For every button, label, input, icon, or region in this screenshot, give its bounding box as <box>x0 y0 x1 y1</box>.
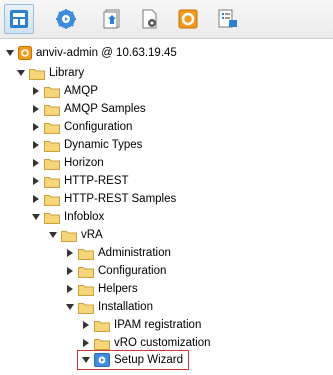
expanded-arrow-icon[interactable] <box>65 302 75 312</box>
tree-node-amqp[interactable]: AMQP <box>31 82 98 100</box>
tree-node-label: Administration <box>98 247 171 259</box>
collapsed-arrow-icon[interactable] <box>65 284 75 294</box>
collapsed-arrow-icon[interactable] <box>31 122 41 132</box>
tree-node-label: vRA <box>81 229 103 241</box>
folder-icon <box>78 284 94 296</box>
configurations-button[interactable] <box>173 4 203 34</box>
collapsed-arrow-icon[interactable] <box>31 176 41 186</box>
tree-node-label: anviv-admin @ 10.63.19.45 <box>36 47 177 59</box>
tree-node-label: HTTP-REST <box>64 175 129 187</box>
tree-node-label: AMQP <box>64 85 98 97</box>
tree-node-root[interactable]: anviv-admin @ 10.63.19.45 <box>5 44 177 62</box>
inventory-icon <box>10 10 28 28</box>
collapsed-arrow-icon[interactable] <box>65 248 75 258</box>
collapsed-arrow-icon[interactable] <box>31 86 41 96</box>
tree-node-setup-wizard[interactable]: Setup Wizard <box>81 351 183 369</box>
collapsed-arrow-icon[interactable] <box>31 140 41 150</box>
tree-node-http-rest[interactable]: HTTP-REST <box>31 172 129 190</box>
folder-icon <box>44 104 60 116</box>
tree-node-configuration[interactable]: Configuration <box>31 118 132 136</box>
tree-node-horizon[interactable]: Horizon <box>31 154 104 172</box>
folder-icon <box>78 266 94 278</box>
folder-icon <box>44 86 60 98</box>
expanded-arrow-icon[interactable] <box>5 48 15 58</box>
tree-node-http-rest-samples[interactable]: HTTP-REST Samples <box>31 190 176 208</box>
expanded-arrow-icon[interactable] <box>48 230 58 240</box>
server-icon <box>18 46 32 60</box>
action-script-icon <box>103 9 120 29</box>
folder-icon <box>94 338 110 350</box>
expanded-arrow-icon[interactable] <box>16 68 26 78</box>
tree-node-label: Helpers <box>98 283 138 295</box>
folder-icon <box>29 68 45 80</box>
collapsed-arrow-icon[interactable] <box>31 158 41 168</box>
folder-icon <box>44 122 60 134</box>
folder-icon <box>78 302 94 314</box>
folder-icon <box>44 176 60 188</box>
packages-button[interactable] <box>213 4 243 34</box>
collapsed-arrow-icon[interactable] <box>31 194 41 204</box>
folder-icon <box>44 140 60 152</box>
resources-button[interactable] <box>135 4 165 34</box>
tree-node-library[interactable]: Library <box>16 64 84 82</box>
tree-node-label: Installation <box>98 301 153 313</box>
tree-node-label: Configuration <box>98 265 167 277</box>
actions-button[interactable] <box>97 4 127 34</box>
folder-icon <box>78 248 94 260</box>
tree-node-label: Setup Wizard <box>114 354 184 366</box>
folder-icon <box>94 320 110 332</box>
tree-node-label: Library <box>49 67 85 79</box>
collapsed-arrow-icon[interactable] <box>81 338 91 348</box>
configuration-orange-icon <box>178 9 198 29</box>
collapsed-arrow-icon[interactable] <box>81 320 91 330</box>
tree-node-label: HTTP-REST Samples <box>64 193 177 205</box>
tree-node-label: Infoblox <box>64 211 105 223</box>
tree-node-label: IPAM registration <box>114 319 202 331</box>
tree-node-infoblox[interactable]: Infoblox <box>31 208 104 226</box>
folder-icon <box>61 230 77 242</box>
tree-node-helpers[interactable]: Helpers <box>65 280 138 298</box>
workflow-gear-icon <box>56 9 76 29</box>
tree-node-ipam-registration[interactable]: IPAM registration <box>81 316 201 334</box>
tree-node-amqp-samples[interactable]: AMQP Samples <box>31 100 146 118</box>
tree-node-dynamic-types[interactable]: Dynamic Types <box>31 136 142 154</box>
tree-node-installation[interactable]: Installation <box>65 298 153 316</box>
package-icon <box>218 9 237 28</box>
folder-icon <box>44 194 60 206</box>
expanded-arrow-icon[interactable] <box>31 212 41 222</box>
folder-icon <box>44 158 60 170</box>
tree-node-label: Configuration <box>64 121 133 133</box>
tree-node-vra-configuration[interactable]: Configuration <box>65 262 166 280</box>
tree-node-label: Dynamic Types <box>64 139 143 151</box>
resource-gear-icon <box>142 9 157 29</box>
toolbar <box>0 0 333 39</box>
workflow-folder-icon <box>94 353 110 367</box>
inventory-button[interactable] <box>4 4 34 34</box>
collapsed-arrow-icon[interactable] <box>65 266 75 276</box>
expanded-arrow-icon[interactable] <box>81 355 91 365</box>
tree-node-administration[interactable]: Administration <box>65 244 171 262</box>
workflows-button[interactable] <box>51 4 81 34</box>
folder-icon <box>44 212 60 224</box>
tree-node-label: Horizon <box>64 157 104 169</box>
collapsed-arrow-icon[interactable] <box>31 104 41 114</box>
inventory-tree: anviv-admin @ 10.63.19.45 Library AMQP A… <box>0 38 333 375</box>
tree-node-label: AMQP Samples <box>64 103 146 115</box>
tree-node-vra[interactable]: vRA <box>48 226 103 244</box>
